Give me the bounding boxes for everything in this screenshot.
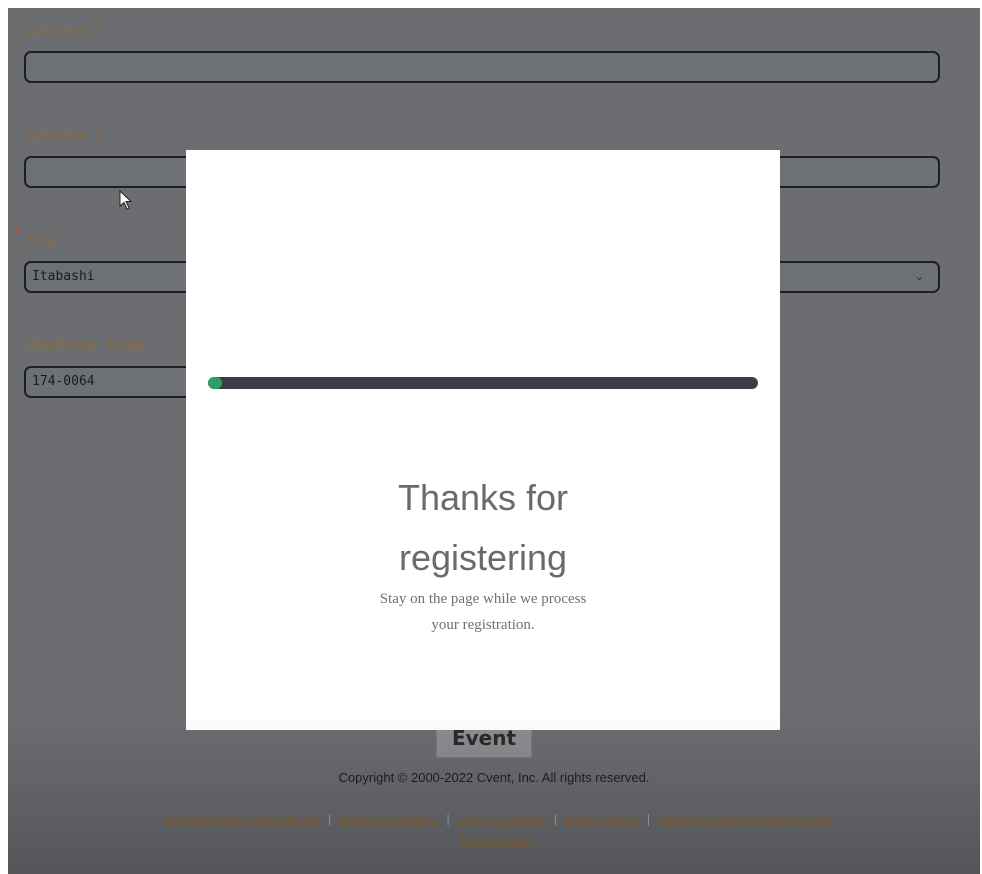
mouse-pointer-icon — [119, 190, 133, 210]
modal-subtitle-line: your registration. — [431, 617, 535, 633]
footer-links: Event Management Software | Mobile Event A… — [118, 808, 878, 852]
city-value: Itabashi — [32, 269, 95, 284]
footer-link-mobile-apps[interactable]: Mobile Event Apps — [339, 812, 438, 826]
footer-link-strategic-meetings[interactable]: Strategic Meetings Management — [658, 812, 831, 826]
address2-input[interactable] — [24, 51, 940, 83]
submit-button[interactable]: Event — [436, 726, 532, 758]
registration-modal: Thanks for registering Stay on the page … — [186, 150, 780, 730]
footer-separator: | — [446, 812, 450, 826]
required-marker: * — [13, 226, 20, 241]
progress-bar-fill — [208, 377, 222, 389]
footer-separator: | — [327, 812, 332, 826]
modal-title: Thanks for registering — [186, 468, 780, 588]
footer-link-venues[interactable]: Event Venues — [565, 812, 639, 826]
modal-subtitle-line: Stay on the page while we process — [379, 591, 587, 607]
footer-link-survey[interactable]: Survey Software — [458, 812, 546, 826]
address3-label: Address 3 — [26, 126, 102, 144]
city-label: City — [26, 231, 57, 249]
footer-separator: | — [553, 812, 557, 826]
modal-title-line: Thanks for — [397, 477, 569, 518]
zip-label: Zip/Postal Code — [26, 336, 146, 354]
chevron-down-icon: ⌄ — [914, 270, 924, 283]
modal-title-line: registering — [398, 537, 568, 578]
progress-bar — [208, 377, 758, 389]
copyright-text: Copyright © 2000-2022 Cvent, Inc. All ri… — [338, 770, 650, 785]
address2-label: Address 2 — [26, 22, 102, 40]
page-frame: Address 2 Address 3 * City Itabashi ⌄ Zi… — [8, 8, 980, 874]
footer-separator: | — [646, 812, 650, 826]
footer-link-event-management[interactable]: Event Management Software — [165, 812, 320, 826]
modal-subtitle: Stay on the page while we process your r… — [186, 586, 780, 638]
footer-link-privacy[interactable]: Privacy Policy — [461, 834, 536, 848]
